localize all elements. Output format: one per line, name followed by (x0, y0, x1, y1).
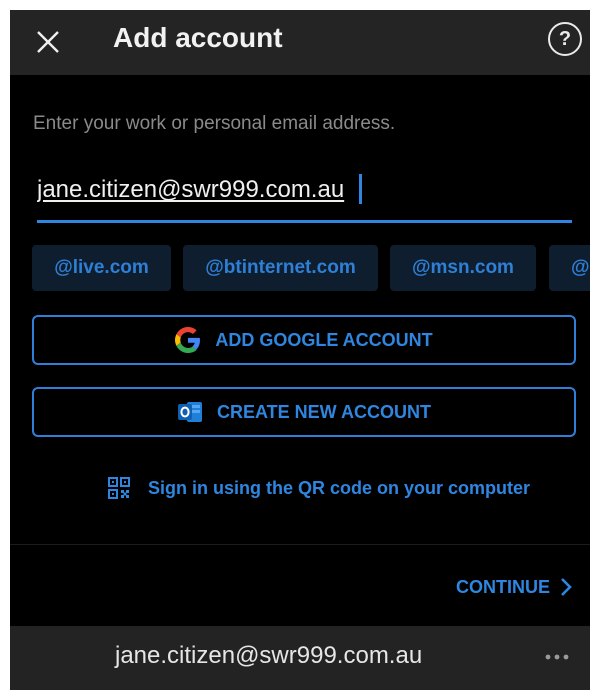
divider (10, 544, 590, 545)
app-bar: Add account ? (10, 10, 590, 75)
outlook-icon (178, 402, 202, 422)
qr-sign-in-link[interactable]: Sign in using the QR code on your comput… (108, 475, 530, 501)
create-new-account-label: CREATE NEW ACCOUNT (217, 401, 431, 422)
chevron-right-icon (561, 578, 572, 596)
close-icon (37, 31, 59, 53)
domain-suggestions: @live.com @btinternet.com @msn.com @ (32, 245, 590, 291)
page-title: Add account (113, 22, 283, 53)
domain-chip-msn[interactable]: @msn.com (390, 245, 536, 291)
more-icon (545, 654, 569, 660)
email-field-container (37, 170, 572, 223)
current-account-email: jane.citizen@swr999.com.au (115, 642, 423, 669)
qr-code-icon (108, 477, 130, 499)
google-icon (175, 327, 201, 353)
account-bar: jane.citizen@swr999.com.au (10, 626, 590, 690)
add-google-account-label: ADD GOOGLE ACCOUNT (215, 329, 433, 350)
help-button[interactable]: ? (548, 22, 582, 56)
more-button[interactable] (542, 642, 572, 672)
add-account-screen: Add account ? Enter your work or persona… (10, 10, 590, 690)
help-icon: ? (558, 27, 572, 50)
create-new-account-button[interactable]: CREATE NEW ACCOUNT (32, 387, 576, 437)
domain-chip-partial[interactable]: @ (549, 245, 590, 291)
domain-chip-btinternet[interactable]: @btinternet.com (183, 245, 378, 291)
qr-sign-in-label: Sign in using the QR code on your comput… (148, 477, 531, 498)
continue-button[interactable]: CONTINUE (456, 573, 572, 601)
email-prompt: Enter your work or personal email addres… (33, 113, 396, 134)
email-input[interactable] (37, 170, 572, 210)
text-caret (359, 174, 362, 204)
domain-chip-live[interactable]: @live.com (32, 245, 171, 291)
close-button[interactable] (28, 22, 68, 62)
add-google-account-button[interactable]: ADD GOOGLE ACCOUNT (32, 315, 576, 365)
continue-label: CONTINUE (456, 576, 550, 597)
